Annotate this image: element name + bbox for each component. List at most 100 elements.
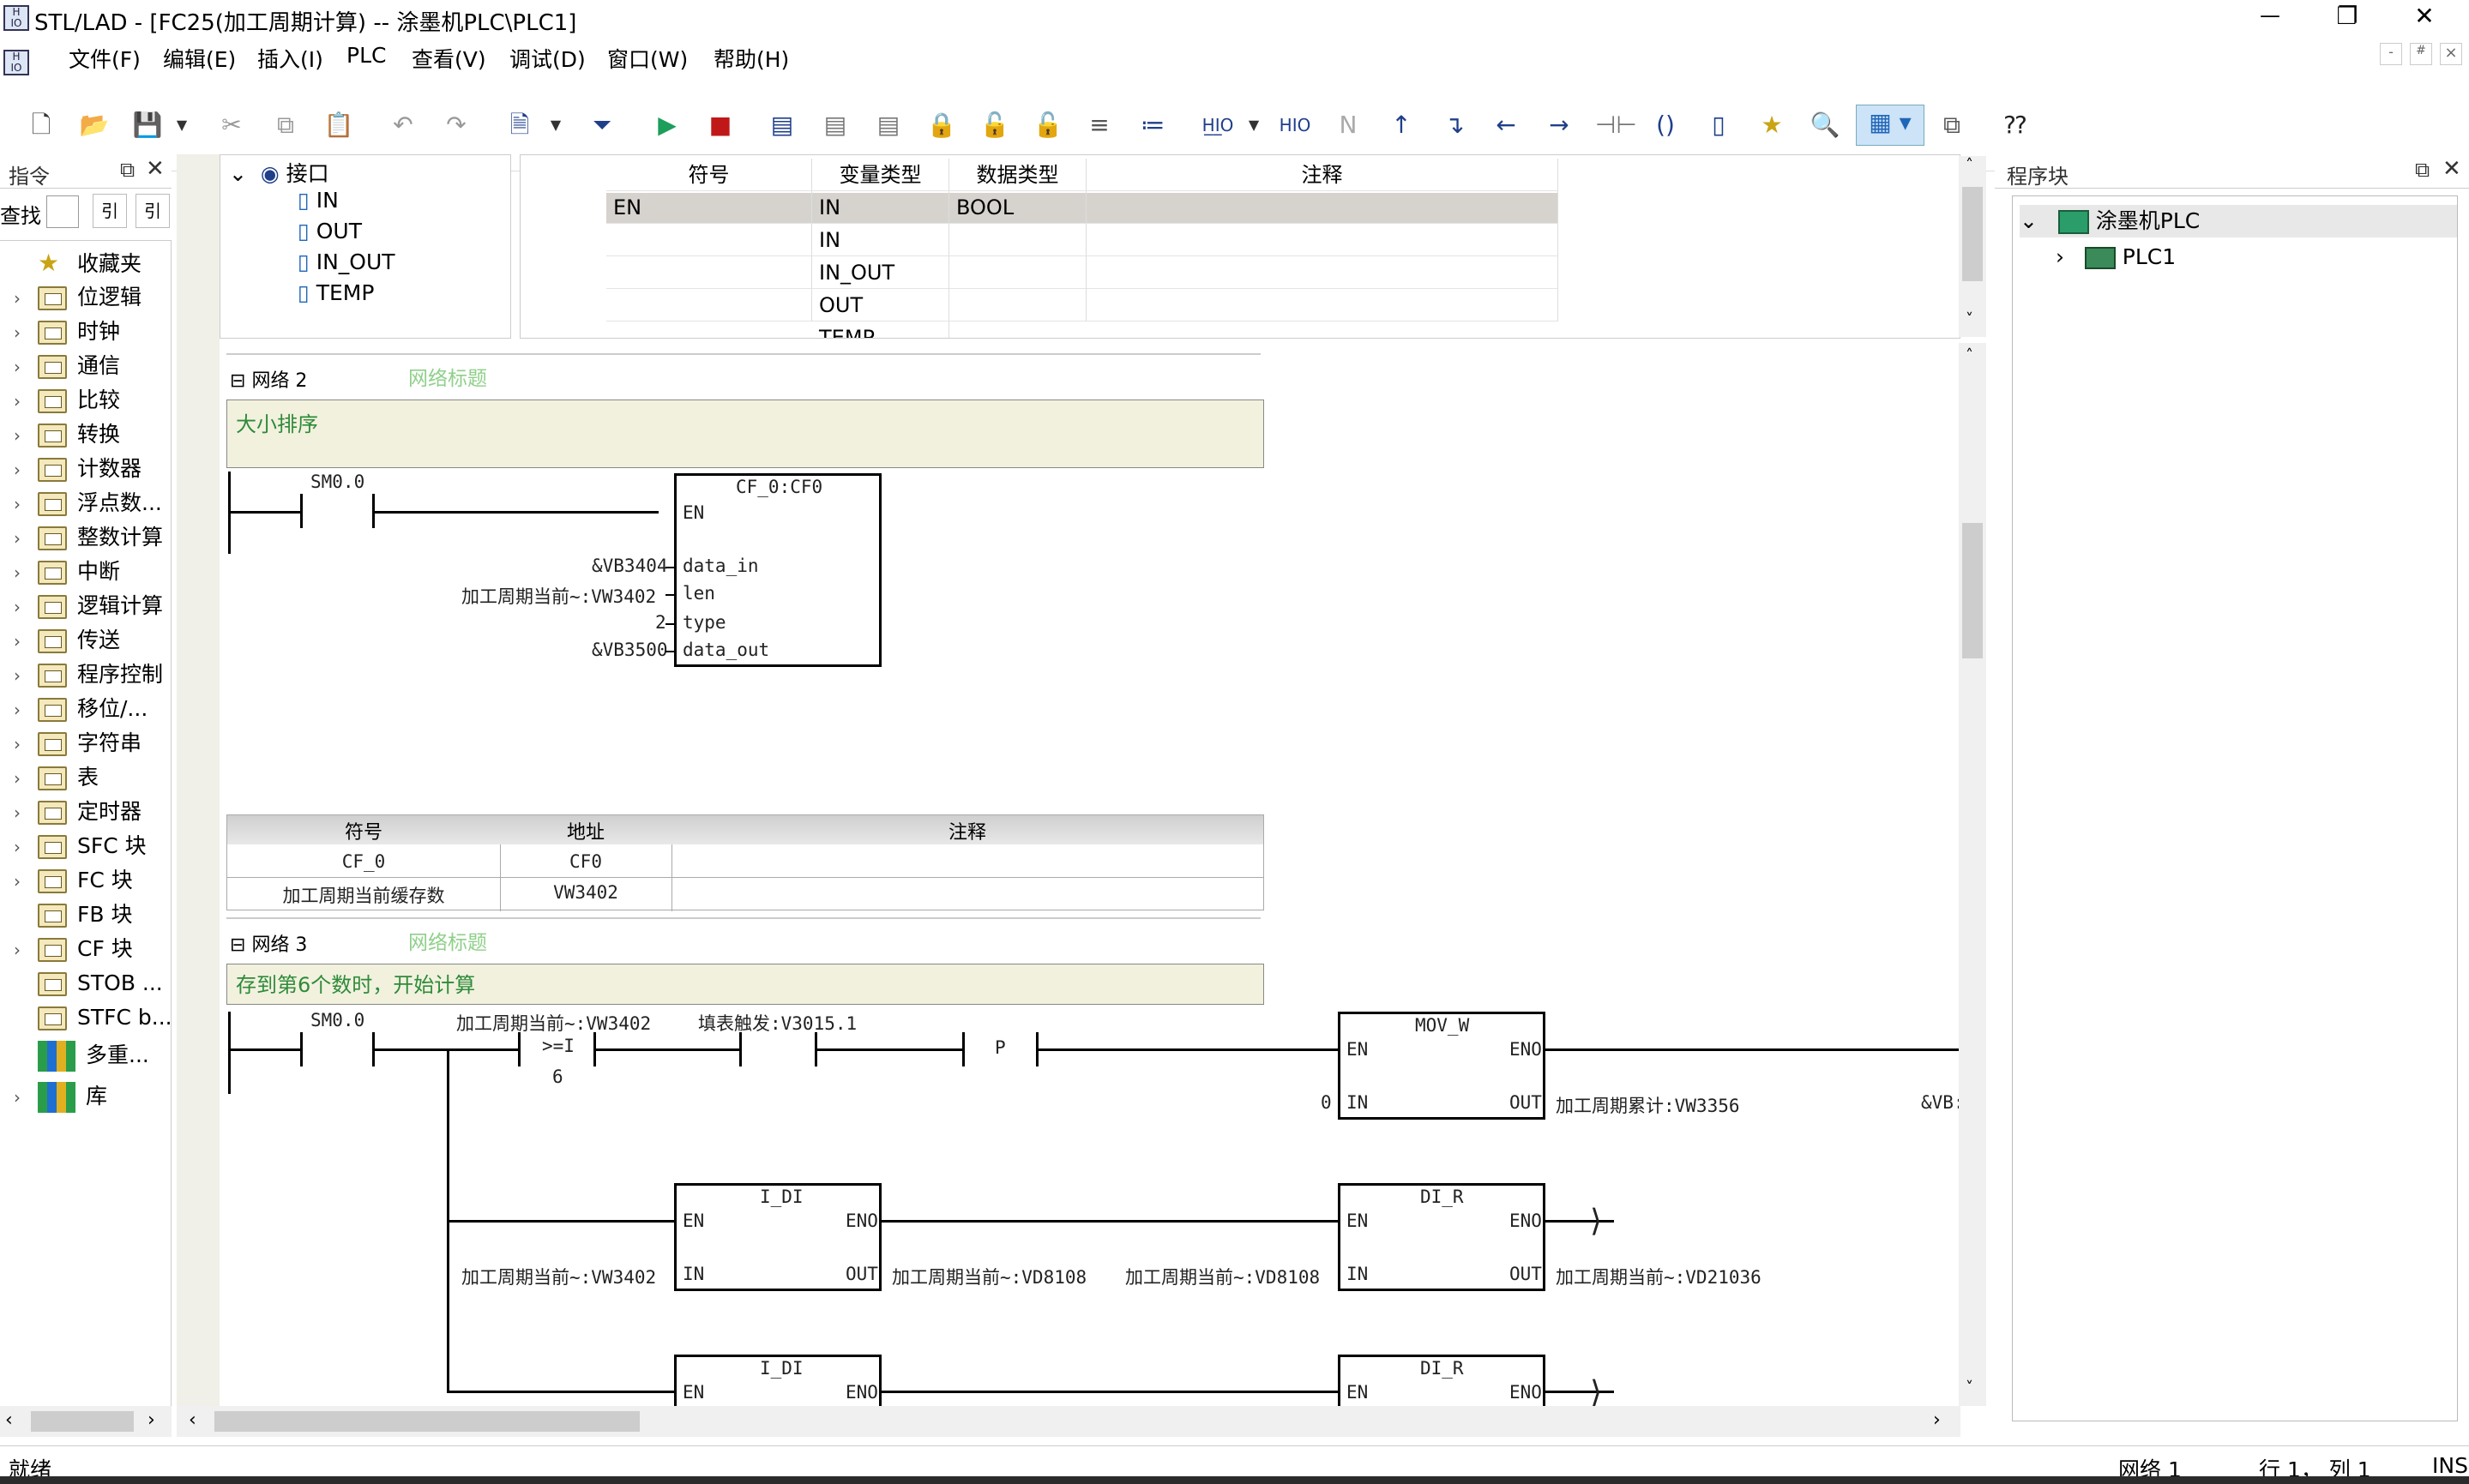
protect-icon[interactable]: 🔓 — [1031, 108, 1065, 142]
search-next-button[interactable]: 引 — [135, 194, 170, 228]
scroll-thumb[interactable] — [214, 1411, 640, 1432]
col-header-comment[interactable]: 注释 — [1087, 159, 1558, 191]
col-header-symbol[interactable]: 符号 — [606, 159, 812, 191]
tree-item-integer[interactable]: › 整数计算 — [14, 522, 163, 553]
tree-item-counter[interactable]: › 计数器 — [14, 454, 142, 484]
tree-item-program-control[interactable]: › 程序控制 — [14, 659, 163, 690]
table-cell[interactable]: IN — [812, 191, 949, 224]
tree-item-stfc[interactable]: STFC b... — [14, 1002, 171, 1033]
i-di-in-arg[interactable]: 加工周期当前~:VW3402 — [461, 1264, 656, 1289]
cut-icon[interactable]: ✂ — [214, 108, 249, 142]
tree-item-comm[interactable]: › 通信 — [14, 351, 120, 382]
scroll-right-icon[interactable]: › — [1933, 1409, 1941, 1431]
compile-icon[interactable]: ⏷ — [585, 108, 619, 142]
table-cell[interactable]: EN — [606, 191, 812, 224]
unlock-icon[interactable]: 🔓 — [978, 108, 1012, 142]
collapse-icon[interactable]: ⊟ — [230, 370, 245, 392]
tree-item-timer[interactable]: › 定时器 — [14, 796, 142, 827]
mov-out-arg[interactable]: 加工周期累计:VW3356 — [1556, 1092, 1740, 1118]
scroll-left-icon[interactable]: ‹ — [189, 1409, 196, 1431]
contact-address[interactable]: SM0.0 — [310, 472, 364, 492]
branch-down-icon[interactable]: ↴ — [1437, 108, 1472, 142]
line-left-icon[interactable]: ← — [1489, 108, 1523, 142]
tree-item-convert[interactable]: › 转换 — [14, 419, 120, 450]
tree-item-fc[interactable]: › FC 块 — [14, 865, 133, 896]
search-prev-button[interactable]: 引 — [93, 194, 127, 228]
table-cell[interactable] — [1087, 289, 1558, 321]
interface-vscroll[interactable]: ˄ ˅ — [1959, 156, 1986, 337]
address-cell[interactable]: VW3402 — [500, 882, 671, 903]
menu-edit[interactable]: 编辑(E) — [163, 43, 236, 74]
tree-item-interrupt[interactable]: › 中断 — [14, 556, 120, 587]
monitor-icon[interactable]: H̲I̲O — [1201, 108, 1235, 142]
editor-hscroll[interactable]: ‹ › — [177, 1406, 1960, 1437]
di-r-in-arg[interactable]: 加工周期当前~:VD8108 — [1125, 1264, 1320, 1289]
network-props-icon[interactable]: ▤ — [871, 108, 906, 142]
interface-in[interactable]: ▯ IN — [298, 188, 339, 213]
trigger-address[interactable]: 填表触发:V3015.1 — [698, 1010, 857, 1036]
tree-item-string[interactable]: › 字符串 — [14, 728, 142, 759]
sub-minimize-button[interactable]: - — [2380, 43, 2402, 65]
scroll-thumb[interactable] — [31, 1411, 134, 1432]
editor-vscroll[interactable]: ˄ ˅ — [1959, 343, 1986, 1406]
tree-item-multi[interactable]: 多重... — [14, 1040, 149, 1072]
table-view-icon[interactable]: ▦ ▾ — [1856, 105, 1924, 146]
scroll-left-icon[interactable]: ‹ — [5, 1409, 13, 1431]
table-cell[interactable]: IN_OUT — [812, 256, 949, 289]
table-cell[interactable] — [606, 289, 812, 321]
interface-temp[interactable]: ▯ TEMP — [298, 280, 374, 305]
monitor-dropdown-icon[interactable]: ▼ — [1245, 108, 1262, 142]
table-cell[interactable] — [606, 256, 812, 289]
help-icon[interactable]: ⁇ — [1998, 108, 2032, 142]
interface-inout[interactable]: ▯ IN_OUT — [298, 249, 395, 274]
positive-edge[interactable]: P — [995, 1037, 1006, 1058]
tree-item-favorites[interactable]: ★ 收藏夹 — [14, 248, 142, 279]
run-icon[interactable]: ▶ — [650, 108, 684, 142]
contact-address[interactable]: SM0.0 — [310, 1010, 364, 1030]
menu-insert[interactable]: 插入(I) — [257, 43, 323, 74]
close-button[interactable]: ✕ — [2406, 2, 2443, 30]
restore-button[interactable]: ❐ — [2328, 2, 2366, 30]
menu-view[interactable]: 查看(V) — [412, 43, 486, 74]
negate-icon[interactable]: N — [1331, 108, 1365, 142]
menu-debug[interactable]: 调试(D) — [509, 43, 586, 74]
network-2-comment[interactable]: 大小排序 — [226, 400, 1264, 468]
tree-item-bit-logic[interactable]: › 位逻辑 — [14, 282, 142, 313]
param-arg[interactable]: 2 — [655, 612, 666, 633]
table-cell[interactable] — [949, 289, 1087, 321]
symbol-cell[interactable]: CF_0 — [227, 851, 500, 872]
box-icon[interactable]: ▯ — [1701, 108, 1736, 142]
zoom-icon[interactable]: 🔍 — [1808, 108, 1842, 142]
pin-icon[interactable]: ⧉ — [2415, 158, 2430, 182]
table-cell[interactable]: IN — [812, 224, 949, 256]
interface-root[interactable]: ⌄ ◉ 接口 — [229, 157, 329, 188]
tree-item-shift[interactable]: › 移位/... — [14, 694, 148, 724]
table-cell[interactable]: BOOL — [949, 191, 1087, 224]
lock-icon[interactable]: 🔒 — [924, 108, 959, 142]
tree-item-compare[interactable]: › 比较 — [14, 385, 120, 416]
network-2-title[interactable]: 网络标题 — [408, 362, 487, 391]
di-r-out-arg[interactable]: 加工周期当前~:VD21036 — [1556, 1264, 1761, 1289]
scroll-thumb[interactable] — [1962, 523, 1983, 658]
plc-row[interactable]: › PLC1 — [2056, 241, 2176, 273]
interface-out[interactable]: ▯ OUT — [298, 219, 362, 243]
sub-restore-button[interactable]: # — [2410, 43, 2432, 65]
minimize-button[interactable]: — — [2251, 3, 2289, 27]
line-right-icon[interactable]: → — [1542, 108, 1576, 142]
scroll-down-icon[interactable]: ˅ — [1966, 1379, 1973, 1397]
tree-item-clock[interactable]: › 时钟 — [14, 316, 120, 347]
download-icon[interactable]: 🗎 — [503, 108, 537, 142]
symbol-cell[interactable]: 加工周期当前缓存数 — [227, 882, 500, 908]
sub-close-button[interactable]: × — [2440, 43, 2462, 65]
table-cell[interactable] — [606, 224, 812, 256]
scroll-up-icon[interactable]: ˄ — [1966, 156, 1973, 174]
network-2-label[interactable]: ⊟ 网络 2 — [230, 365, 307, 393]
tree-item-cf[interactable]: › CF 块 — [14, 934, 133, 964]
ladder-editor[interactable]: ⊟ 网络 2 网络标题 大小排序 SM0.0 CF_0:CF0 EN &VB34… — [220, 343, 1960, 1406]
mov-in-arg[interactable]: 0 — [1321, 1092, 1332, 1113]
contact-icon[interactable]: ⊣⊢ — [1595, 108, 1637, 142]
table-cell[interactable] — [1087, 224, 1558, 256]
table-cell[interactable] — [1087, 191, 1558, 224]
compare-operand-top[interactable]: 加工周期当前~:VW3402 — [456, 1010, 651, 1036]
network-3-title[interactable]: 网络标题 — [408, 926, 487, 955]
